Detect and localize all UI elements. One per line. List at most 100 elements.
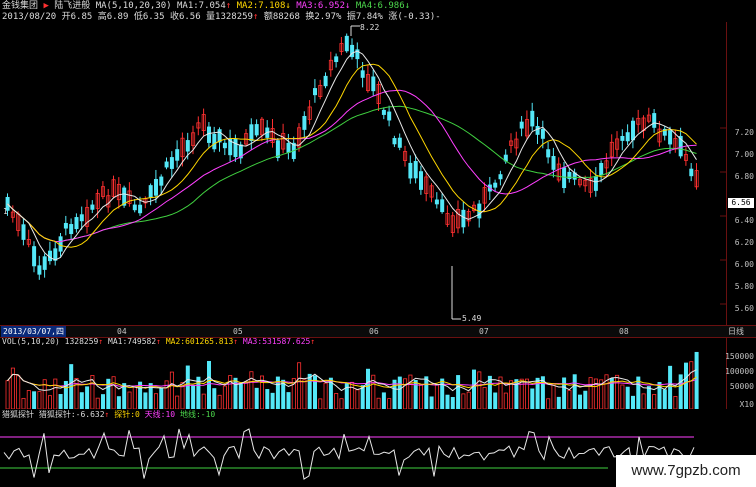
candle-body xyxy=(249,124,254,141)
volume-bar xyxy=(132,386,137,409)
candle-body xyxy=(312,88,317,96)
candle-body xyxy=(159,176,164,186)
month-label: 07 xyxy=(479,327,489,336)
candle-body xyxy=(413,161,418,179)
volume-bar xyxy=(440,378,445,409)
ma10-line xyxy=(7,63,697,248)
price-label: 6.40 xyxy=(734,216,754,225)
low-annotation: 5.49 xyxy=(462,314,482,323)
volume-bar xyxy=(567,390,572,409)
period-label[interactable]: 日线 xyxy=(728,326,744,337)
volume-bar xyxy=(95,397,100,409)
volume-bar xyxy=(562,377,567,409)
volume-bar xyxy=(297,362,302,409)
volume-bar xyxy=(53,378,58,409)
ma30-line xyxy=(7,105,697,243)
volume-bar xyxy=(254,387,259,409)
candle-body xyxy=(90,204,95,210)
arrow-down-icon: ↓ xyxy=(345,1,351,11)
candle-body xyxy=(360,70,365,78)
volume-bar xyxy=(48,395,53,409)
volume-bar xyxy=(387,398,392,409)
arrow-up-icon: ↑ xyxy=(252,12,259,22)
candle-body xyxy=(440,199,445,213)
volume-bar xyxy=(265,389,270,409)
price-label: 6.20 xyxy=(734,238,754,247)
current-price-tag: 6.56 xyxy=(728,198,754,208)
volume-bar xyxy=(175,395,180,409)
candle-body xyxy=(668,130,673,145)
volume-bar xyxy=(493,392,498,409)
volume-bar xyxy=(429,396,434,409)
volume-bar xyxy=(418,384,423,409)
stock-name: 陆飞进般 xyxy=(54,1,91,11)
candle-body xyxy=(493,182,498,188)
low-value: 低6.35 xyxy=(133,12,165,22)
candle-body xyxy=(169,157,174,169)
volume-bar xyxy=(673,395,678,409)
cursor-date: 2013/03/07,四 xyxy=(1,326,66,337)
volume-bar xyxy=(503,392,508,409)
amplitude-value: 振7.84% xyxy=(346,12,383,22)
candle-body xyxy=(652,113,657,128)
volume-bar xyxy=(546,398,551,409)
volume-bar xyxy=(5,380,10,409)
volume-bar xyxy=(185,365,190,409)
volume-bar xyxy=(551,383,556,409)
volume-bar xyxy=(201,393,206,409)
candlestick-chart[interactable] xyxy=(0,22,726,325)
app-title[interactable]: 金钱集团 xyxy=(2,1,38,11)
candle-body xyxy=(21,224,26,240)
volume-bar xyxy=(487,375,492,409)
turnover-value: 换2.97% xyxy=(305,12,342,22)
volume-bar xyxy=(434,384,439,409)
volume-bar xyxy=(450,397,455,409)
volume-bar xyxy=(302,379,307,409)
candle-body xyxy=(599,163,604,176)
candle-body xyxy=(32,246,37,267)
candle-body xyxy=(233,138,238,157)
change-value: 涨(-0.33)- xyxy=(388,12,441,22)
volume-bar xyxy=(556,396,561,409)
volume-bar xyxy=(631,395,636,409)
candle-body xyxy=(275,140,280,158)
candle-body xyxy=(593,175,598,191)
volume-bar xyxy=(206,360,211,409)
volume-label: 50000 xyxy=(729,382,754,391)
candle-body xyxy=(58,236,63,252)
volume-bar xyxy=(143,392,148,409)
price-label: 6.00 xyxy=(734,260,754,269)
volume-bar xyxy=(482,387,487,409)
candle-body xyxy=(408,162,413,179)
candle-body xyxy=(42,256,47,270)
volume-bar xyxy=(122,383,127,409)
volume-unit: X10 xyxy=(739,400,754,409)
volume-bar xyxy=(376,397,381,409)
volume-chart[interactable] xyxy=(0,337,756,409)
price-label: 5.60 xyxy=(734,304,754,313)
open-value: 开6.85 xyxy=(61,12,93,22)
candle-body xyxy=(387,111,392,121)
volume-bar xyxy=(111,376,116,409)
candle-body xyxy=(371,76,376,92)
arrow-down-icon: ↓ xyxy=(285,1,291,11)
arrow-up-icon: ↑ xyxy=(225,1,232,11)
volume-bar xyxy=(37,391,42,409)
candle-body xyxy=(334,56,339,63)
candle-body xyxy=(69,224,74,235)
volume-bar xyxy=(339,398,344,409)
volume-bar xyxy=(244,381,249,409)
volume-bar xyxy=(360,385,365,409)
volume-bar xyxy=(445,394,450,409)
volume-bar xyxy=(238,383,243,409)
flag-icon: ▶ xyxy=(43,1,49,11)
volume-bar xyxy=(74,378,79,409)
month-label: 04 xyxy=(117,327,127,336)
candle-body xyxy=(344,35,349,52)
volume-bar xyxy=(625,386,630,409)
volume-bar xyxy=(572,374,577,409)
candle-body xyxy=(689,168,694,177)
volume-label: 150000 xyxy=(725,352,754,361)
volume-bar xyxy=(461,393,466,409)
volume-bar xyxy=(42,379,47,409)
